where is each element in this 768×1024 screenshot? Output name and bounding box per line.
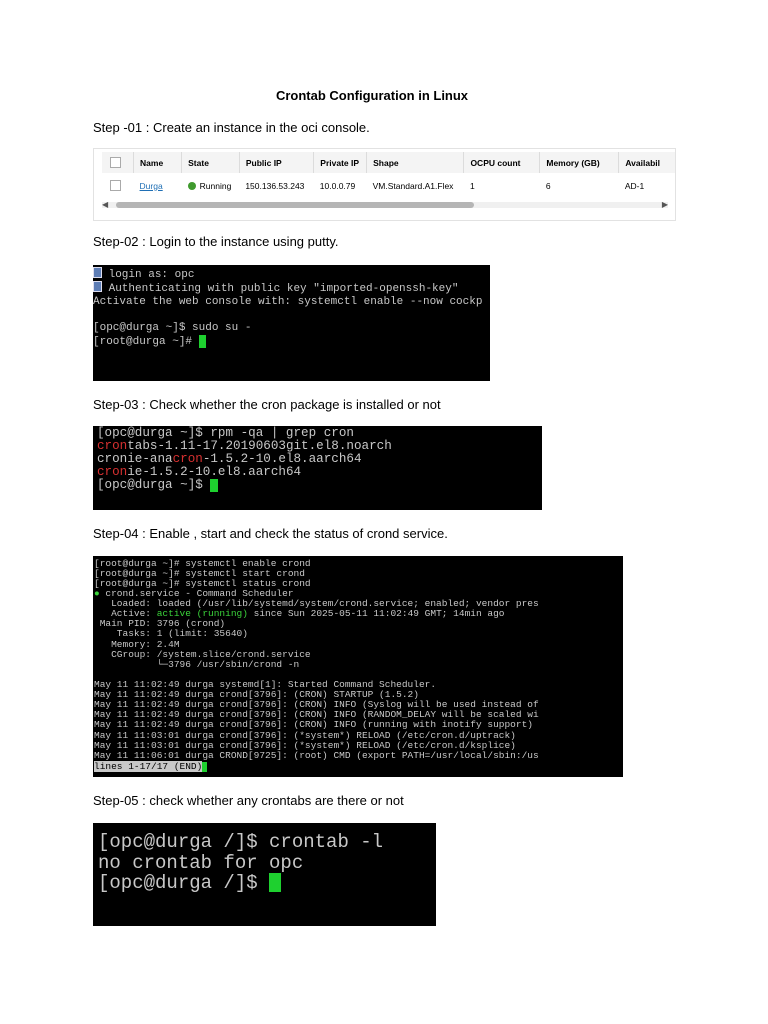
terminal-cursor bbox=[269, 873, 282, 892]
col-ocpu-count[interactable]: OCPU count bbox=[463, 152, 541, 173]
instance-public-ip: 150.136.53.243 bbox=[245, 180, 305, 191]
chevron-left-icon[interactable]: ◀ bbox=[102, 200, 108, 209]
terminal-line: May 11 11:06:01 durga CROND[9725]: (root… bbox=[94, 750, 539, 761]
crontab-terminal: [opc@durga /]$ crontab -l no crontab for… bbox=[93, 823, 436, 926]
col-memory[interactable]: Memory (GB) bbox=[539, 152, 620, 173]
col-shape[interactable]: Shape bbox=[366, 152, 465, 173]
terminal-line: no crontab for opc bbox=[98, 852, 304, 874]
instance-name-link[interactable]: Durga bbox=[134, 173, 182, 198]
terminal-line: [opc@durga ~]$ bbox=[97, 478, 219, 493]
putty-icon bbox=[93, 267, 102, 278]
terminal-line: [opc@durga /]$ crontab -l bbox=[98, 831, 384, 853]
terminal-line: Tasks: 1 (limit: 35640) bbox=[94, 628, 248, 639]
terminal-line: └─3796 /usr/sbin/crond -n bbox=[94, 659, 300, 670]
instance-availability: AD-1 bbox=[624, 180, 645, 191]
instance-state: Running bbox=[182, 173, 240, 198]
select-all-checkbox[interactable] bbox=[102, 152, 135, 173]
instance-memory: 6 bbox=[545, 180, 551, 191]
running-status-icon bbox=[187, 181, 196, 190]
systemctl-terminal: [root@durga ~]# systemctl enable crond [… bbox=[93, 556, 623, 777]
putty-icon bbox=[93, 281, 102, 292]
terminal-line: May 11 11:02:49 durga crond[3796]: (CRON… bbox=[94, 719, 533, 730]
terminal-cursor bbox=[202, 762, 208, 772]
terminal-line: Authenticating with public key "imported… bbox=[93, 281, 458, 296]
scrollbar-thumb[interactable] bbox=[116, 202, 474, 208]
page-title: Crontab Configuration in Linux bbox=[275, 88, 469, 103]
oci-instances-table: Name State Public IP Private IP Shape OC… bbox=[93, 148, 676, 221]
col-private-ip[interactable]: Private IP bbox=[313, 152, 368, 173]
table-header-row: Name State Public IP Private IP Shape OC… bbox=[102, 152, 675, 173]
col-availability[interactable]: Availabil bbox=[619, 152, 675, 173]
instance-shape: VM.Standard.A1.Flex bbox=[372, 180, 454, 191]
table-row: Durga Running 150.136.53.243 10.0.0.79 V… bbox=[102, 173, 675, 198]
col-name[interactable]: Name bbox=[133, 152, 183, 173]
pager-status-line: lines 1-17/17 (END) bbox=[94, 761, 208, 772]
rpm-query-terminal: [opc@durga ~]$ rpm -qa | grep cron cront… bbox=[93, 426, 542, 510]
terminal-cursor bbox=[198, 335, 206, 348]
terminal-line: [opc@durga ~]$ sudo su - bbox=[93, 322, 252, 334]
instance-private-ip: 10.0.0.79 bbox=[319, 180, 356, 191]
step-04-text: Step-04 : Enable , start and check the s… bbox=[93, 526, 448, 541]
terminal-line: [opc@durga /]$ bbox=[98, 873, 282, 894]
terminal-cursor bbox=[210, 479, 219, 492]
chevron-right-icon[interactable]: ▶ bbox=[662, 200, 668, 209]
terminal-line: Activate the web console with: systemctl… bbox=[93, 296, 483, 308]
instance-ocpu: 1 bbox=[469, 180, 475, 191]
col-state[interactable]: State bbox=[181, 152, 240, 173]
step-05-text: Step-05 : check whether any crontabs are… bbox=[93, 793, 404, 808]
step-01-text: Step -01 : Create an instance in the oci… bbox=[93, 120, 370, 135]
step-02-text: Step-02 : Login to the instance using pu… bbox=[93, 234, 339, 249]
step-03-text: Step-03 : Check whether the cron package… bbox=[93, 397, 441, 412]
terminal-line: [root@durga ~]# bbox=[93, 335, 206, 349]
row-checkbox[interactable] bbox=[102, 173, 134, 198]
col-public-ip[interactable]: Public IP bbox=[239, 152, 315, 173]
terminal-line: login as: opc bbox=[93, 267, 194, 282]
horizontal-scrollbar[interactable]: ◀ ▶ bbox=[102, 200, 668, 209]
putty-login-terminal: login as: opc Authenticating with public… bbox=[93, 265, 490, 381]
